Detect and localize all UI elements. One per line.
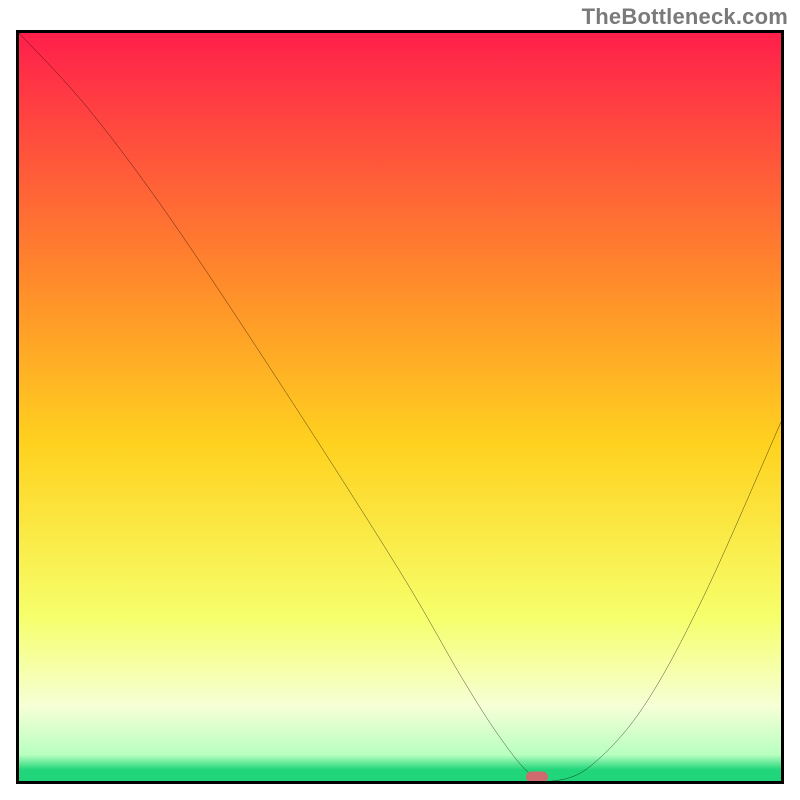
optimal-point-marker [526, 772, 548, 783]
bottleneck-curve [19, 33, 781, 781]
plot-frame [16, 30, 784, 784]
watermark-text: TheBottleneck.com [582, 4, 788, 30]
chart-container: TheBottleneck.com [0, 0, 800, 800]
